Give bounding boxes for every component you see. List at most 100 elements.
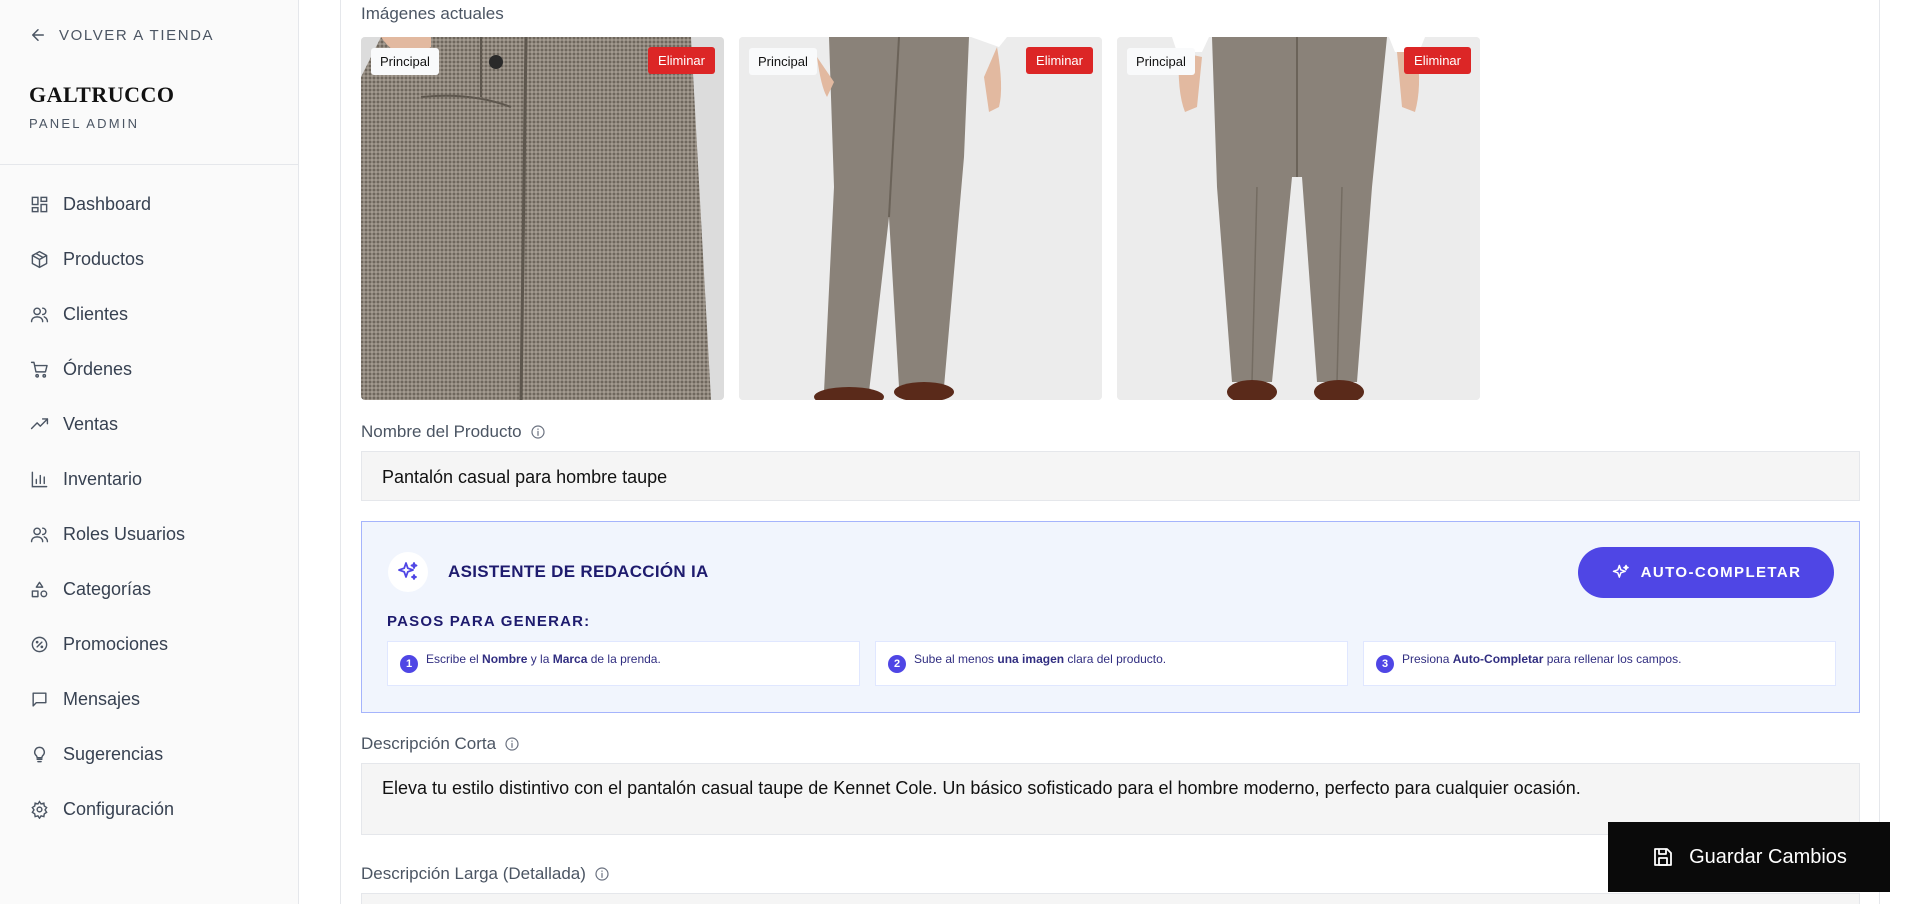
sidebar-item-label: Roles Usuarios bbox=[63, 524, 186, 544]
steps-title: PASOS PARA GENERAR: bbox=[387, 613, 591, 630]
users-icon bbox=[30, 307, 49, 323]
short-description-label: Descripción Corta bbox=[361, 734, 520, 754]
sidebar-item-label: Categorías bbox=[63, 579, 152, 599]
box-icon bbox=[31, 250, 48, 269]
product-name-input[interactable]: Pantalón casual para hombre taupe bbox=[361, 451, 1860, 501]
step-text: Escribe el Nombre y la Marca de la prend… bbox=[426, 652, 661, 685]
sidebar-item-mensajes[interactable]: Mensajes bbox=[0, 672, 299, 727]
sidebar-item-sugerencias[interactable]: Sugerencias bbox=[0, 727, 299, 782]
delete-image-button[interactable]: Eliminar bbox=[1026, 47, 1093, 74]
sidebar-item-inventario[interactable]: Inventario bbox=[0, 452, 299, 507]
back-to-store-label: VOLVER A TIENDA bbox=[59, 26, 215, 44]
user-roles-icon bbox=[30, 527, 49, 543]
sidebar-item-label: Productos bbox=[63, 249, 145, 269]
sidebar-item-label: Sugerencias bbox=[63, 744, 164, 764]
step-text: Sube al menos una imagen clara del produ… bbox=[914, 652, 1166, 685]
info-icon bbox=[505, 737, 519, 751]
principal-badge: Principal bbox=[1127, 48, 1195, 75]
cart-icon bbox=[30, 361, 48, 378]
sidebar-item-productos[interactable]: Productos bbox=[0, 232, 299, 287]
sidebar-item-label: Promociones bbox=[63, 634, 169, 654]
sidebar-item-dashboard[interactable]: Dashboard bbox=[0, 177, 299, 232]
bar-chart-icon bbox=[31, 471, 48, 488]
lightbulb-icon bbox=[34, 746, 45, 763]
step-text-part: para rellenar los campos. bbox=[1543, 652, 1682, 666]
step-text-part: Presiona bbox=[1402, 652, 1453, 666]
product-name-label-text: Nombre del Producto bbox=[361, 422, 522, 441]
ai-assistant-title: ASISTENTE DE REDACCIÓN IA bbox=[448, 562, 709, 581]
save-changes-label: Guardar Cambios bbox=[1689, 845, 1847, 868]
dashboard-icon bbox=[31, 196, 48, 213]
sidebar-item-label: Mensajes bbox=[63, 689, 141, 709]
step-text-part: de la prenda. bbox=[587, 652, 661, 666]
info-icon bbox=[595, 867, 609, 881]
sparkles-icon bbox=[1612, 564, 1629, 578]
sidebar-item-roles-usuarios[interactable]: Roles Usuarios bbox=[0, 507, 299, 562]
shapes-icon bbox=[31, 581, 48, 598]
ai-icon-wrapper bbox=[388, 552, 428, 592]
long-description-label-text: Descripción Larga (Detallada) bbox=[361, 864, 586, 883]
info-icon bbox=[531, 425, 545, 439]
current-images-label-text: Imágenes actuales bbox=[361, 4, 504, 23]
sidebar-item-label: Clientes bbox=[63, 304, 129, 324]
step-text-bold: Marca bbox=[552, 652, 588, 666]
step-text-bold: Nombre bbox=[482, 652, 528, 666]
sidebar-divider bbox=[0, 164, 299, 165]
sidebar: VOLVER A TIENDA GALTRUCCO PANEL ADMIN Da… bbox=[0, 0, 299, 904]
step-text-part: Escribe el bbox=[426, 652, 483, 666]
step-text: Presiona Auto-Completar para rellenar lo… bbox=[1402, 652, 1681, 685]
percent-badge-icon bbox=[31, 636, 48, 653]
delete-image-button[interactable]: Eliminar bbox=[648, 47, 715, 74]
step-text-bold: Auto-Completar bbox=[1452, 652, 1544, 666]
step-text-part: clara del producto. bbox=[1064, 652, 1167, 666]
sidebar-item-label: Ventas bbox=[63, 414, 119, 434]
sidebar-item-categorias[interactable]: Categorías bbox=[0, 562, 299, 617]
step-text-part: y la bbox=[527, 652, 553, 666]
sidebar-item-ventas[interactable]: Ventas bbox=[0, 397, 299, 452]
current-images-label: Imágenes actuales bbox=[361, 4, 504, 24]
long-description-label: Descripción Larga (Detallada) bbox=[361, 864, 610, 884]
step-item: 2 Sube al menos una imagen clara del pro… bbox=[875, 641, 1348, 686]
auto-complete-label: AUTO-COMPLETAR bbox=[1640, 564, 1802, 581]
arrow-left-icon bbox=[32, 29, 44, 41]
sidebar-item-label: Órdenes bbox=[63, 359, 133, 379]
product-image[interactable]: Principal Eliminar bbox=[361, 37, 724, 400]
step-item: 1 Escribe el Nombre y la Marca de la pre… bbox=[387, 641, 860, 686]
long-description-textarea[interactable] bbox=[361, 893, 1860, 904]
sidebar-item-ordenes[interactable]: Órdenes bbox=[0, 342, 299, 397]
principal-badge: Principal bbox=[371, 48, 439, 75]
sidebar-nav: Dashboard Productos Clientes Órdenes Ven… bbox=[0, 177, 299, 837]
gear-icon bbox=[31, 800, 48, 819]
step-text-bold: una imagen bbox=[997, 652, 1065, 666]
sidebar-item-label: Dashboard bbox=[63, 194, 152, 214]
step-text-part: Sube al menos bbox=[914, 652, 998, 666]
sidebar-item-label: Configuración bbox=[63, 799, 175, 819]
sidebar-item-label: Inventario bbox=[63, 469, 143, 489]
sparkles-icon bbox=[398, 562, 418, 580]
steps-list: 1 Escribe el Nombre y la Marca de la pre… bbox=[387, 641, 1836, 686]
ai-writing-assistant: ASISTENTE DE REDACCIÓN IA AUTO-COMPLETAR… bbox=[361, 521, 1860, 713]
auto-complete-button[interactable]: AUTO-COMPLETAR bbox=[1578, 547, 1834, 598]
trending-up-icon bbox=[30, 418, 49, 430]
save-icon bbox=[1654, 848, 1672, 866]
step-item: 3 Presiona Auto-Completar para rellenar … bbox=[1363, 641, 1836, 686]
message-icon bbox=[32, 692, 47, 707]
brand-subtitle: PANEL ADMIN bbox=[29, 116, 140, 131]
sidebar-item-configuracion[interactable]: Configuración bbox=[0, 782, 299, 837]
sidebar-item-clientes[interactable]: Clientes bbox=[0, 287, 299, 342]
trousers-closeup-photo bbox=[361, 37, 724, 400]
trousers-front-photo bbox=[1117, 37, 1480, 400]
image-gallery: Principal Eliminar Principal Eliminar Pr… bbox=[361, 37, 1480, 400]
trousers-side-photo bbox=[739, 37, 1102, 400]
delete-image-button[interactable]: Eliminar bbox=[1404, 47, 1471, 74]
save-changes-button[interactable]: Guardar Cambios bbox=[1608, 822, 1890, 892]
step-number: 3 bbox=[1376, 655, 1394, 673]
product-image[interactable]: Principal Eliminar bbox=[1117, 37, 1480, 400]
back-to-store-link[interactable]: VOLVER A TIENDA bbox=[29, 26, 214, 44]
sidebar-item-promociones[interactable]: Promociones bbox=[0, 617, 299, 672]
step-number: 1 bbox=[400, 655, 418, 673]
short-description-label-text: Descripción Corta bbox=[361, 734, 497, 753]
product-name-label: Nombre del Producto bbox=[361, 422, 546, 442]
principal-badge: Principal bbox=[749, 48, 817, 75]
product-image[interactable]: Principal Eliminar bbox=[739, 37, 1102, 400]
